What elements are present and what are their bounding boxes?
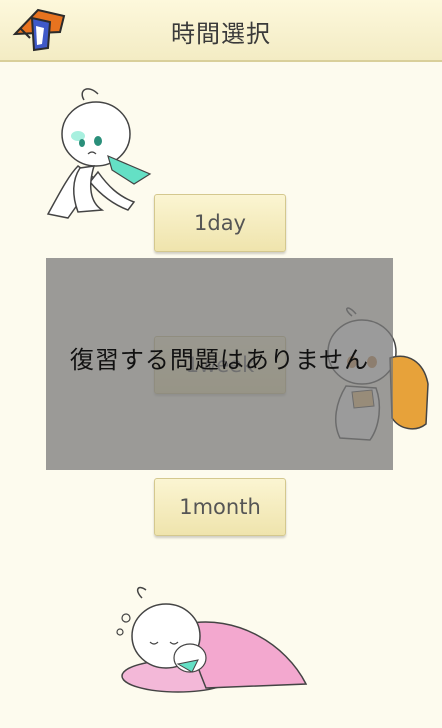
page-title: 時間選択 — [171, 20, 271, 48]
day-button[interactable]: 1day — [154, 194, 286, 252]
no-questions-message: 復習する問題はありません — [69, 346, 370, 374]
mascot-sitting-icon — [46, 88, 152, 219]
month-button[interactable]: 1month — [154, 478, 286, 536]
app-header: 時間選択 — [0, 0, 442, 62]
mascot-sleeping-icon — [116, 586, 308, 693]
